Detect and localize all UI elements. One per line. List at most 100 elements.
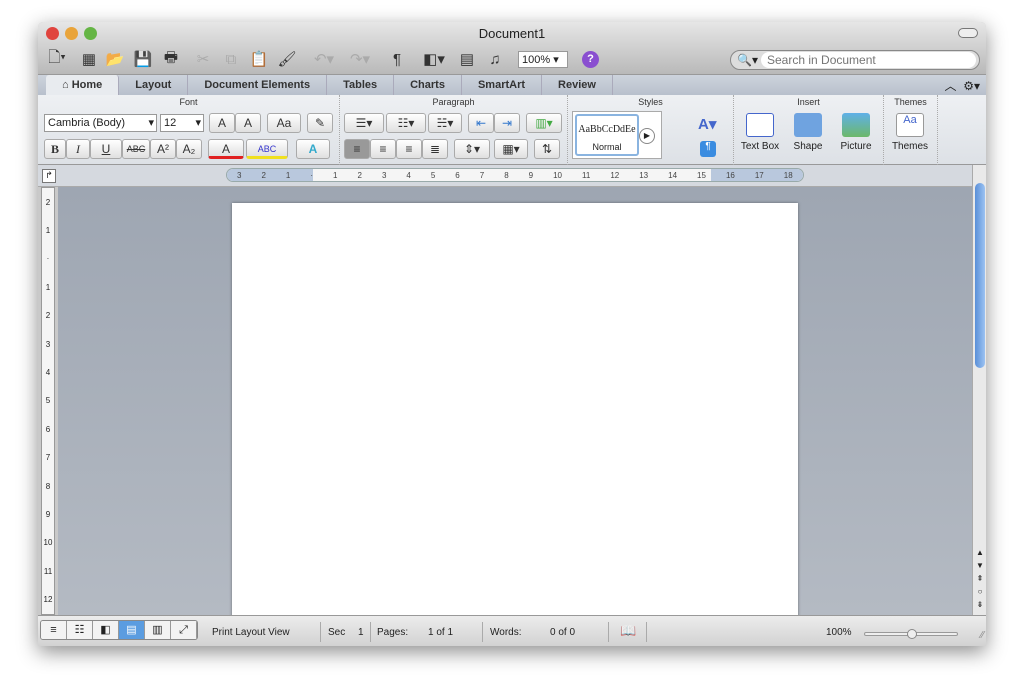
publishing-view-icon[interactable]: ◧ <box>93 621 119 639</box>
full-screen-view-icon[interactable]: ⤢ <box>171 621 197 639</box>
picture-label: Picture <box>840 141 872 152</box>
justify-button[interactable]: ≣ <box>422 139 448 159</box>
superscript-button[interactable]: A² <box>150 139 176 159</box>
tab-layout[interactable]: Layout <box>119 75 189 95</box>
group-label: Insert <box>797 97 820 107</box>
subscript-button[interactable]: A₂ <box>176 139 202 159</box>
text-effects-button[interactable]: A <box>296 139 330 159</box>
bullets-button[interactable]: ☰▾ <box>344 113 384 133</box>
decrease-indent-button[interactable]: ⇤ <box>468 113 494 133</box>
toolbox-icon[interactable]: ▤ <box>456 48 478 70</box>
italic-button[interactable]: I <box>66 139 90 159</box>
ruler-tick-label: 2 <box>45 197 51 207</box>
tab-document-elements[interactable]: Document Elements <box>188 75 328 95</box>
resize-grip-icon[interactable]: ⁄⁄ <box>981 630 984 641</box>
styles-pane-icon[interactable]: ¶ <box>700 141 716 157</box>
tab-tables[interactable]: Tables <box>327 75 395 95</box>
themes-button[interactable]: Aa Themes <box>888 113 932 152</box>
notebook-view-icon[interactable]: ▥ <box>145 621 171 639</box>
media-browser-icon[interactable]: ♫ <box>484 48 506 70</box>
themes-group: Themes Aa Themes <box>884 95 938 165</box>
gear-icon[interactable]: ⚙▾ <box>963 79 980 93</box>
clear-formatting-button[interactable]: ✎ <box>307 113 333 133</box>
style-normal[interactable]: AaBbCcDdEe Normal <box>575 114 639 156</box>
copy-icon[interactable]: ⧉ <box>220 48 242 70</box>
ruler-tick-label: 9 <box>528 170 534 180</box>
ruler-tick-label: 1 <box>285 170 291 180</box>
print-layout-view-icon[interactable]: ▤ <box>119 621 145 639</box>
change-case-button[interactable]: Aa <box>267 113 301 133</box>
tab-charts[interactable]: Charts <box>394 75 462 95</box>
zoom-slider[interactable] <box>864 629 958 639</box>
align-right-button[interactable]: ≡ <box>396 139 422 159</box>
ruler-tick-label: 2 <box>261 170 266 180</box>
format-painter-icon[interactable]: 🖌 <box>276 48 298 70</box>
align-center-button[interactable]: ≡ <box>370 139 396 159</box>
columns-button[interactable]: ▥▾ <box>526 113 562 133</box>
paste-icon[interactable]: 📋 <box>248 48 270 70</box>
line-spacing-button[interactable]: ⇕▾ <box>454 139 490 159</box>
font-color-button[interactable]: A <box>208 139 244 159</box>
borders-button[interactable]: ▦▾ <box>494 139 528 159</box>
sort-button[interactable]: ⇅ <box>534 139 560 159</box>
grow-font-button[interactable]: A <box>209 113 235 133</box>
font-size: 12 <box>164 117 177 129</box>
redo-icon[interactable]: ↷▾ <box>344 48 376 70</box>
strikethrough-button[interactable]: ABC <box>122 139 150 159</box>
ruler-tick-label: 17 <box>754 170 764 180</box>
vertical-ruler[interactable]: 2 1 · 1 2 3 4 5 6 7 8 9 10 11 12 <box>41 187 55 615</box>
tab-selector-icon[interactable]: ↱ <box>42 169 56 183</box>
horizontal-ruler[interactable]: 3 2 1 · 1 2 3 4 5 6 7 8 9 10 11 12 13 14 15 16 17 18 <box>226 168 804 182</box>
numbering-button[interactable]: ☷▾ <box>386 113 426 133</box>
sidebar-icon[interactable]: ◧▾ <box>418 48 450 70</box>
zoom-select[interactable]: 100% ▾ <box>518 51 568 68</box>
draft-view-icon[interactable]: ≡ <box>41 621 67 639</box>
align-left-button[interactable]: ≡ <box>344 139 370 159</box>
save-icon[interactable]: 💾 <box>132 48 154 70</box>
open-icon[interactable]: 📂 <box>104 48 126 70</box>
ruler-tick-label: 3 <box>45 339 51 349</box>
picture-button[interactable]: Picture <box>834 113 878 152</box>
highlight-button[interactable]: ABC <box>246 139 288 159</box>
vertical-scrollbar[interactable]: ▲ ▼ ⇞ ○ ⇟ <box>972 165 986 615</box>
new-document-icon[interactable]: 🗋▾ <box>42 48 72 70</box>
shape-button[interactable]: Shape <box>786 113 830 152</box>
pilcrow-icon[interactable]: ¶ <box>386 48 408 70</box>
multilevel-list-button[interactable]: ☵▾ <box>428 113 462 133</box>
document-page[interactable] <box>232 203 798 623</box>
gallery-icon[interactable]: ▦ <box>78 48 100 70</box>
help-icon[interactable]: ? <box>582 51 599 68</box>
tab-home[interactable]: ⌂ Home <box>46 75 120 95</box>
increase-indent-button[interactable]: ⇥ <box>494 113 520 133</box>
undo-icon[interactable]: ↶▾ <box>308 48 340 70</box>
ruler-tick-label: 3 <box>237 170 242 180</box>
shrink-font-button[interactable]: A <box>235 113 261 133</box>
text-box-button[interactable]: Text Box <box>738 113 782 152</box>
collapse-ribbon-icon[interactable]: ︿ <box>945 79 957 93</box>
tab-smartart[interactable]: SmartArt <box>462 75 543 95</box>
word-window: Document1 🗋▾ ▦ 📂 💾 🖶 ✂ ⧉ 📋 🖌 ↶▾ ↷▾ ¶ ◧▾ … <box>38 22 986 646</box>
spelling-status-icon[interactable]: 📖 <box>620 623 636 639</box>
search-input[interactable] <box>761 52 976 68</box>
bold-button[interactable]: B <box>44 139 66 159</box>
font-size-field[interactable]: 12 ▾ <box>160 114 204 132</box>
scroll-arrows[interactable]: ▲ ▼ ⇞ ○ ⇟ <box>975 546 985 611</box>
cut-icon[interactable]: ✂ <box>192 48 214 70</box>
ruler-tick-label: 4 <box>45 368 51 378</box>
font-name: Cambria (Body) <box>48 117 126 129</box>
outline-view-icon[interactable]: ☷ <box>67 621 93 639</box>
tab-review[interactable]: Review <box>542 75 613 95</box>
change-styles-icon[interactable]: A▾ <box>698 115 716 133</box>
print-icon[interactable]: 🖶 <box>160 48 182 70</box>
ruler-tick-label: 2 <box>357 170 362 180</box>
toolbar-toggle-button[interactable] <box>958 28 978 38</box>
ruler-tick-label: 3 <box>381 170 387 180</box>
scroll-thumb[interactable] <box>975 183 985 368</box>
zoom-slider-knob[interactable] <box>907 629 917 639</box>
search-icon[interactable]: 🔍▾ <box>737 53 758 67</box>
font-name-field[interactable]: Cambria (Body) ▾ <box>44 114 157 132</box>
group-label: Font <box>179 97 198 107</box>
words-value: 0 of 0 <box>550 627 576 638</box>
underline-button[interactable]: U <box>90 139 122 159</box>
play-icon[interactable]: ▶ <box>639 128 655 144</box>
